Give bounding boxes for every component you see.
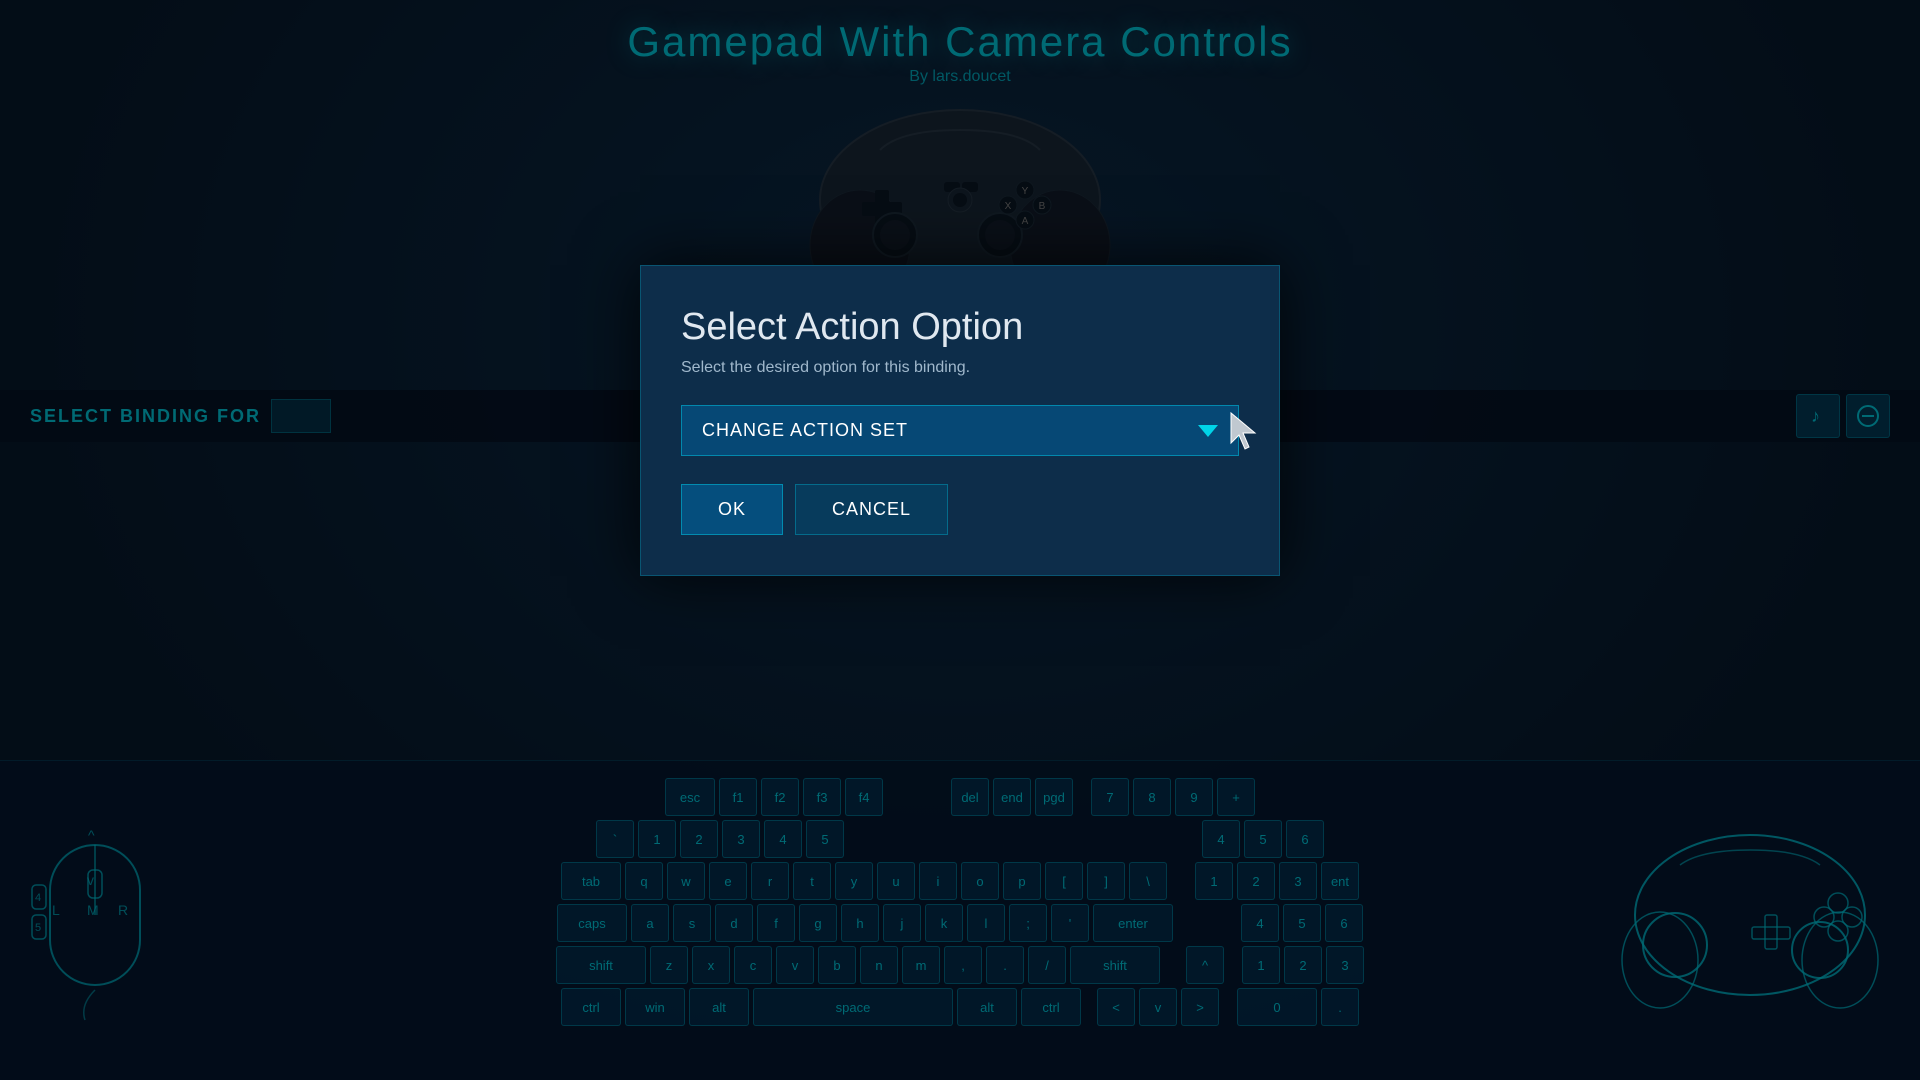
dropdown-arrow-icon <box>1198 425 1218 437</box>
cursor-icon <box>1229 411 1259 451</box>
modal-overlay: Select Action Option Select the desired … <box>0 0 1920 1080</box>
select-action-modal: Select Action Option Select the desired … <box>640 265 1280 576</box>
dropdown-selected-value[interactable]: CHANGE ACTION SET <box>681 405 1239 456</box>
ok-button[interactable]: OK <box>681 484 783 535</box>
action-dropdown[interactable]: CHANGE ACTION SET <box>681 405 1239 456</box>
cancel-button[interactable]: CANCEL <box>795 484 948 535</box>
modal-buttons: OK CANCEL <box>681 484 1239 535</box>
modal-subtitle: Select the desired option for this bindi… <box>681 359 1239 377</box>
modal-title: Select Action Option <box>681 306 1239 349</box>
dropdown-label: CHANGE ACTION SET <box>702 420 908 441</box>
